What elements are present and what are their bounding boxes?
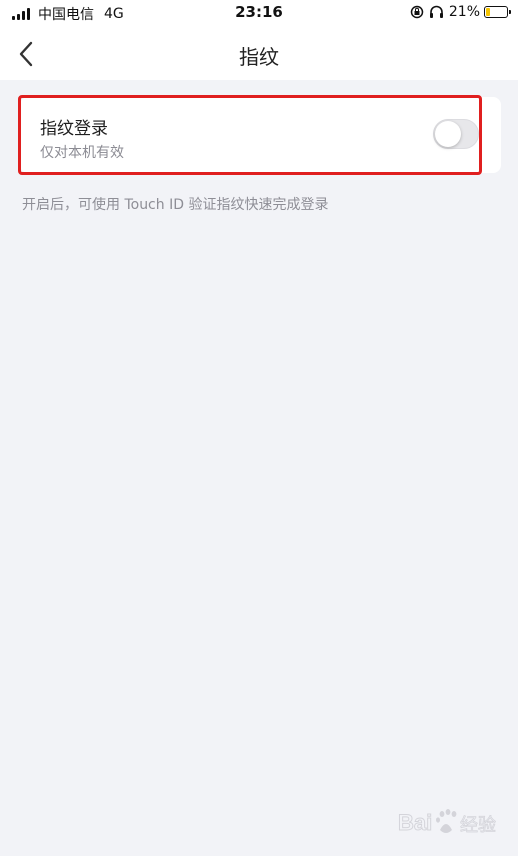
headphones-icon xyxy=(429,5,444,19)
setting-title: 指纹登录 xyxy=(40,119,108,139)
status-bar: 中国电信 4G 23:16 21% xyxy=(0,0,518,28)
baidu-jingyan-watermark: Bai 经验 xyxy=(396,804,506,844)
status-right: 21% xyxy=(410,4,511,20)
battery-icon xyxy=(484,6,511,18)
fingerprint-login-toggle[interactable] xyxy=(433,119,479,149)
svg-text:经验: 经验 xyxy=(460,815,496,836)
setting-subtitle: 仅对本机有效 xyxy=(40,145,124,161)
hint-text: 开启后，可使用 Touch ID 验证指纹快速完成登录 xyxy=(22,197,329,213)
page: 中国电信 4G 23:16 21% 指纹 指纹登录 仅对本机有效 开启后，可使用… xyxy=(0,0,518,856)
orientation-lock-icon xyxy=(410,5,424,19)
fingerprint-login-setting: 指纹登录 仅对本机有效 xyxy=(20,97,501,173)
battery-percent: 21% xyxy=(448,4,480,20)
nav-bar: 指纹 xyxy=(0,28,518,80)
svg-text:Bai: Bai xyxy=(398,810,432,835)
toggle-knob xyxy=(435,121,461,147)
page-title: 指纹 xyxy=(239,45,279,69)
battery-level xyxy=(486,8,491,16)
